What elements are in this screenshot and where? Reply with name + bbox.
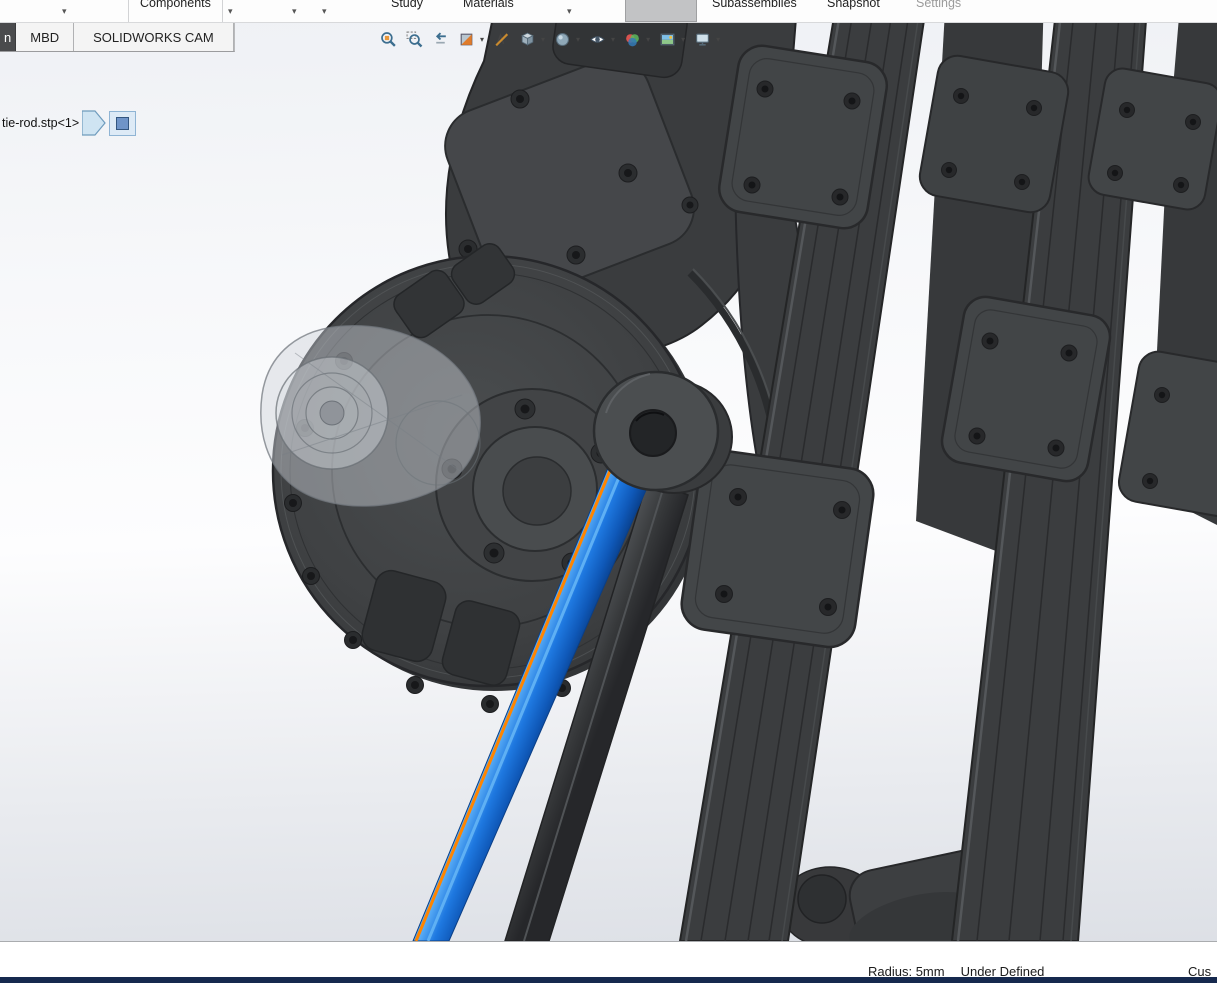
heads-up-view-toolbar: ▾ ▾ ▾ ▾ ▾ ▾ ▾ <box>380 31 720 48</box>
ribbon-group-study[interactable]: Study <box>391 0 423 10</box>
dropdown-caret[interactable]: ▾ <box>567 7 572 16</box>
tab-solidworks-cam[interactable]: SOLIDWORKS CAM <box>74 23 234 51</box>
dropdown-caret[interactable]: ▾ <box>322 7 327 16</box>
ribbon-group-components[interactable]: Components <box>140 0 211 10</box>
zoom-to-area-icon[interactable] <box>406 31 423 48</box>
selected-component-label: tie-rod.stp<1> <box>2 116 79 130</box>
ribbon-group-settings: Settings <box>916 0 961 10</box>
ribbon-separator <box>128 0 129 22</box>
tab-partial[interactable]: n <box>0 23 16 51</box>
edit-appearance-icon[interactable] <box>624 31 641 48</box>
status-bar: Radius: 5mm Under Defined Cus <box>0 942 1217 977</box>
dropdown-caret[interactable]: ▾ <box>480 36 484 44</box>
ribbon-pressed-button[interactable] <box>625 0 697 22</box>
command-manager-tabs: n MBD SOLIDWORKS CAM <box>0 23 235 52</box>
dropdown-caret[interactable]: ▾ <box>576 36 580 44</box>
dropdown-caret[interactable]: ▾ <box>681 36 685 44</box>
taskbar-edge <box>0 977 1217 983</box>
display-style-icon[interactable] <box>554 31 571 48</box>
dropdown-caret[interactable]: ▾ <box>228 7 233 16</box>
dynamic-annotation-views-icon[interactable] <box>493 31 510 48</box>
view-settings-icon[interactable] <box>694 31 711 48</box>
ribbon-separator <box>222 0 223 22</box>
ribbon-group-snapshot[interactable]: Snapshot <box>827 0 880 10</box>
ribbon-bar: ▾ Components ▾ ▾ ▾ Study Materials ▾ Sub… <box>0 0 1217 23</box>
ribbon-group-subassemblies[interactable]: Subassemblies <box>712 0 797 10</box>
dropdown-caret[interactable]: ▾ <box>292 7 297 16</box>
section-view-icon[interactable] <box>458 31 475 48</box>
view-orientation-icon[interactable] <box>519 31 536 48</box>
selection-breadcrumb: tie-rod.stp<1> <box>2 110 136 136</box>
breadcrumb-flag-icon[interactable] <box>82 110 106 136</box>
apply-scene-icon[interactable] <box>659 31 676 48</box>
dropdown-caret[interactable]: ▾ <box>541 36 545 44</box>
dropdown-caret[interactable]: ▾ <box>62 7 67 16</box>
tab-mbd[interactable]: MBD <box>16 23 74 51</box>
ribbon-group-materials[interactable]: Materials <box>463 0 514 10</box>
dropdown-caret[interactable]: ▾ <box>646 36 650 44</box>
model-3d-render[interactable] <box>0 23 1217 941</box>
dropdown-caret[interactable]: ▾ <box>716 36 720 44</box>
dropdown-caret[interactable]: ▾ <box>611 36 615 44</box>
graphics-viewport[interactable]: ▾ ▾ ▾ ▾ ▾ ▾ ▾ tie-rod.stp<1> <box>0 23 1217 941</box>
component-icon[interactable] <box>109 111 136 136</box>
previous-view-icon[interactable] <box>432 31 449 48</box>
zoom-to-fit-icon[interactable] <box>380 31 397 48</box>
hide-show-items-icon[interactable] <box>589 31 606 48</box>
